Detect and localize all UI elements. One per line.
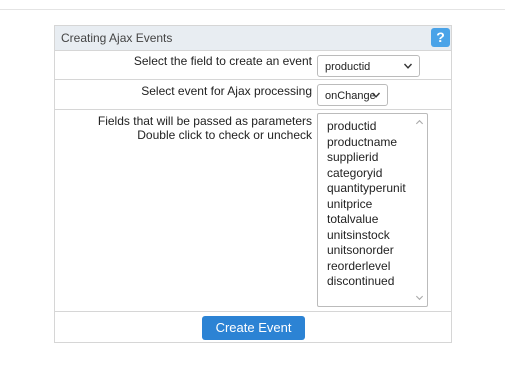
parameters-label-line2: Double click to check or uncheck: [137, 128, 312, 142]
parameter-option[interactable]: discontinued: [327, 274, 406, 290]
scroll-down-arrow-icon[interactable]: [415, 293, 424, 302]
ajax-events-panel: Creating Ajax Events ? Select the field …: [54, 25, 452, 343]
parameter-option[interactable]: supplierid: [327, 150, 406, 166]
help-button[interactable]: ?: [431, 28, 450, 47]
event-select-label: Select event for Ajax processing: [141, 84, 312, 98]
parameter-option[interactable]: totalvalue: [327, 212, 406, 228]
question-icon: ?: [436, 29, 445, 45]
parameter-option[interactable]: unitsinstock: [327, 228, 406, 244]
event-select-value: onChange: [325, 90, 376, 102]
parameter-option[interactable]: quantityperunit: [327, 181, 406, 197]
top-divider: [0, 9, 505, 10]
event-select-row: Select event for Ajax processing onChang…: [55, 80, 451, 110]
parameter-option[interactable]: unitsonorder: [327, 243, 406, 259]
parameters-list: productid productname supplierid categoryid…: [327, 119, 406, 290]
parameter-option[interactable]: productid: [327, 119, 406, 135]
field-select-label: Select the field to create an event: [133, 54, 312, 68]
parameter-option[interactable]: reorderlevel: [327, 259, 406, 275]
create-event-button[interactable]: Create Event: [202, 316, 305, 340]
parameters-label-line1: Fields that will be passed as parameters: [97, 114, 312, 128]
field-select-value: productid: [325, 61, 371, 73]
field-select[interactable]: productid: [317, 55, 420, 77]
chevron-down-icon: [371, 92, 381, 98]
parameter-option[interactable]: categoryid: [327, 166, 406, 182]
parameters-row: Fields that will be passed as parameters…: [55, 110, 451, 312]
parameters-listbox[interactable]: productid productname supplierid categoryid…: [317, 113, 428, 307]
field-select-row: Select the field to create an event prod…: [55, 51, 451, 80]
parameter-option[interactable]: unitprice: [327, 197, 406, 213]
chevron-down-icon: [403, 63, 413, 69]
panel-header: Creating Ajax Events ?: [55, 26, 451, 51]
event-select[interactable]: onChange: [317, 84, 388, 106]
parameter-option[interactable]: productname: [327, 135, 406, 151]
panel-title: Creating Ajax Events: [61, 31, 173, 45]
scroll-up-arrow-icon[interactable]: [415, 118, 424, 127]
